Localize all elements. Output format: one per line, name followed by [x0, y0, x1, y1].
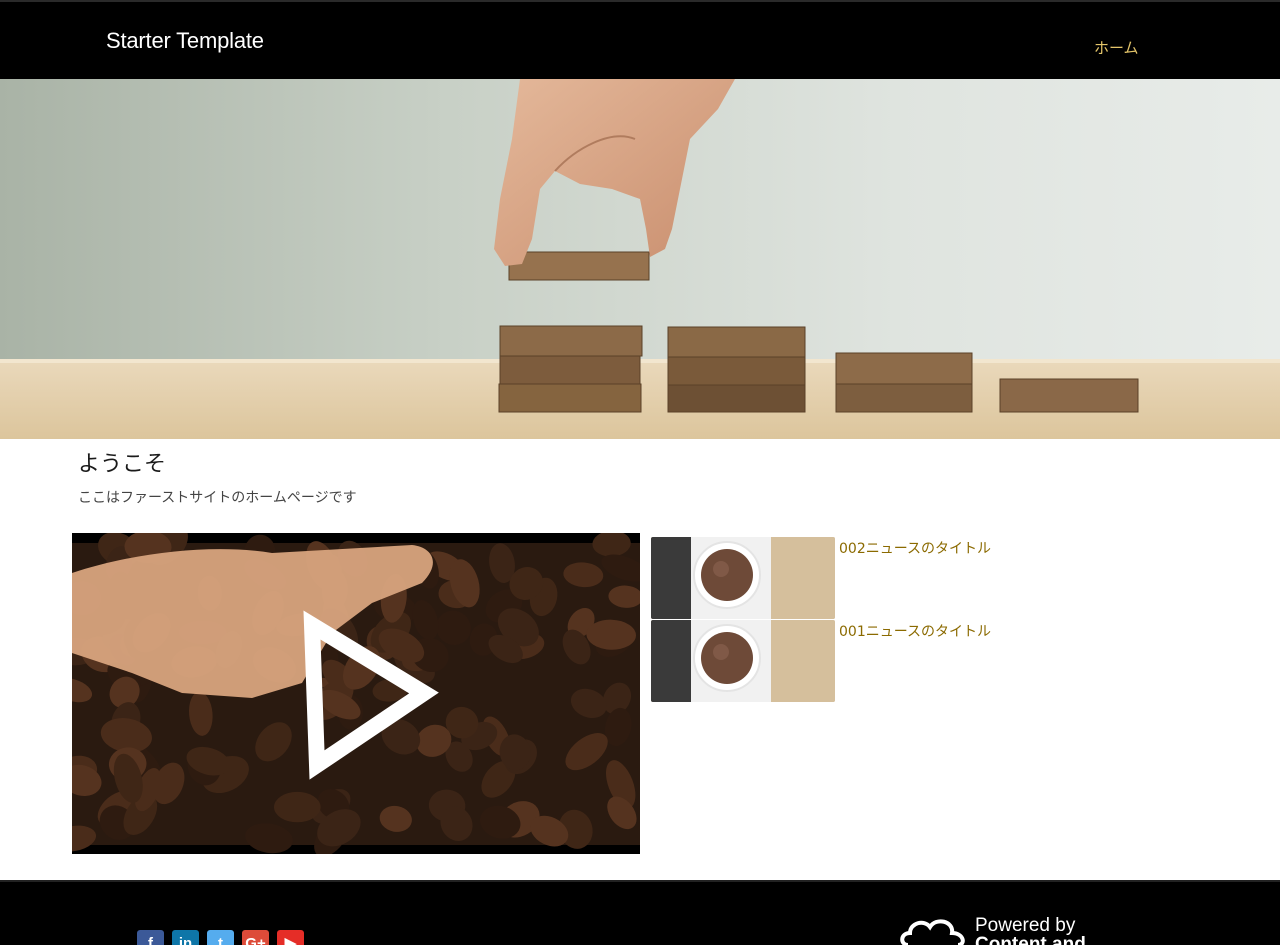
news-item[interactable]: 002ニュースのタイトル	[651, 537, 1211, 619]
news-title-link[interactable]: 001ニュースのタイトル	[839, 621, 991, 641]
google-plus-icon[interactable]: G+	[242, 930, 269, 945]
news-item[interactable]: 001ニュースのタイトル	[651, 620, 1211, 702]
nav-home-link[interactable]: ホーム	[1094, 37, 1139, 58]
brand-link[interactable]: Starter Template	[106, 28, 264, 54]
welcome-text: ここはファーストサイトのホームページです	[78, 490, 357, 506]
youtube-icon[interactable]: ▶	[277, 930, 304, 945]
powered-by-logo[interactable]: Powered by Content and	[898, 915, 1118, 945]
news-title-link[interactable]: 002ニュースのタイトル	[839, 538, 991, 558]
news-thumbnail[interactable]	[651, 537, 835, 619]
news-thumbnail[interactable]	[651, 620, 835, 702]
top-navbar: Starter Template ホーム	[0, 0, 1280, 79]
powered-by-text: Powered by	[975, 915, 1076, 936]
hero-image	[0, 79, 1280, 439]
cloud-icon	[900, 919, 965, 945]
social-links: f in t G+ ▶	[137, 930, 304, 945]
welcome-title: ようこそ	[78, 452, 167, 477]
video-player[interactable]	[72, 533, 640, 854]
linkedin-icon[interactable]: in	[172, 930, 199, 945]
twitter-icon[interactable]: t	[207, 930, 234, 945]
powered-by-brand: Content and	[975, 934, 1086, 945]
facebook-icon[interactable]: f	[137, 930, 164, 945]
